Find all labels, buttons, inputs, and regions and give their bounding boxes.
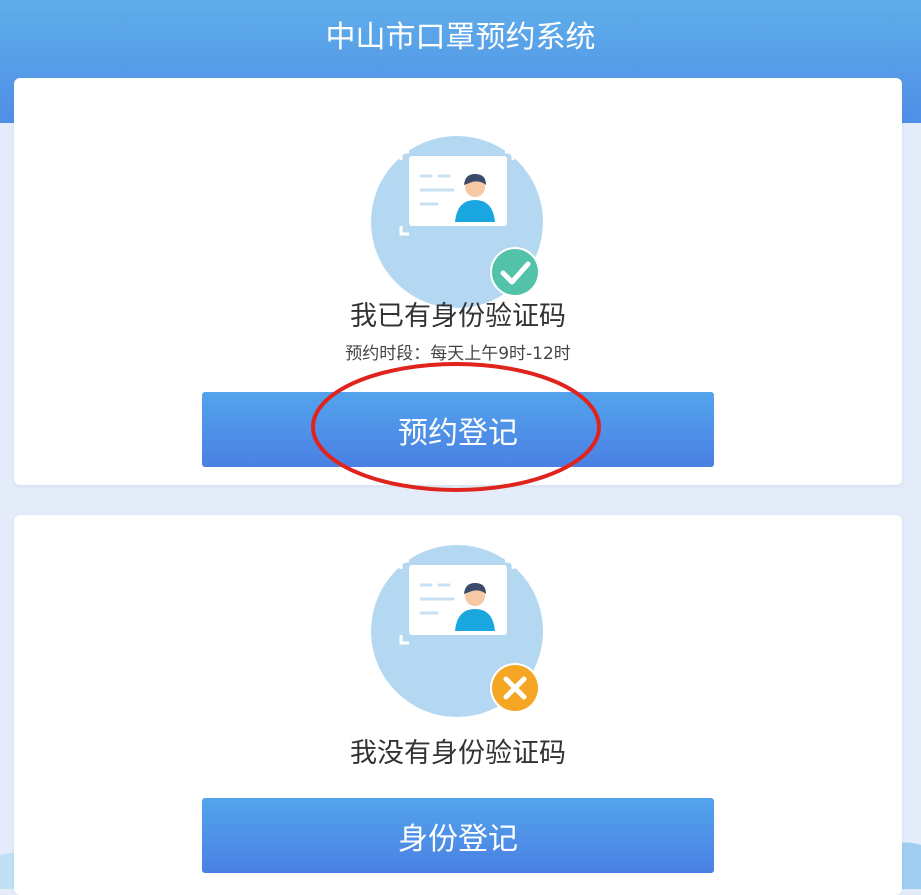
card-title: 我已有身份验证码 <box>350 301 566 332</box>
card-title: 我没有身份验证码 <box>350 738 566 769</box>
id-card-unverified-illustration <box>371 545 543 717</box>
no-code-card: 我没有身份验证码 身份登记 <box>14 515 902 895</box>
has-code-card: 我已有身份验证码 预约时段：每天上午9时-12时 预约登记 <box>14 78 902 485</box>
booking-hours-text: 预约时段：每天上午9时-12时 <box>345 344 571 364</box>
close-circle-icon <box>490 663 540 713</box>
check-circle-icon <box>490 247 540 297</box>
reserve-register-button[interactable]: 预约登记 <box>202 392 714 467</box>
id-card-verified-illustration <box>371 136 543 308</box>
identity-register-button[interactable]: 身份登记 <box>202 798 714 873</box>
page-title: 中山市口罩预约系统 <box>325 20 596 55</box>
